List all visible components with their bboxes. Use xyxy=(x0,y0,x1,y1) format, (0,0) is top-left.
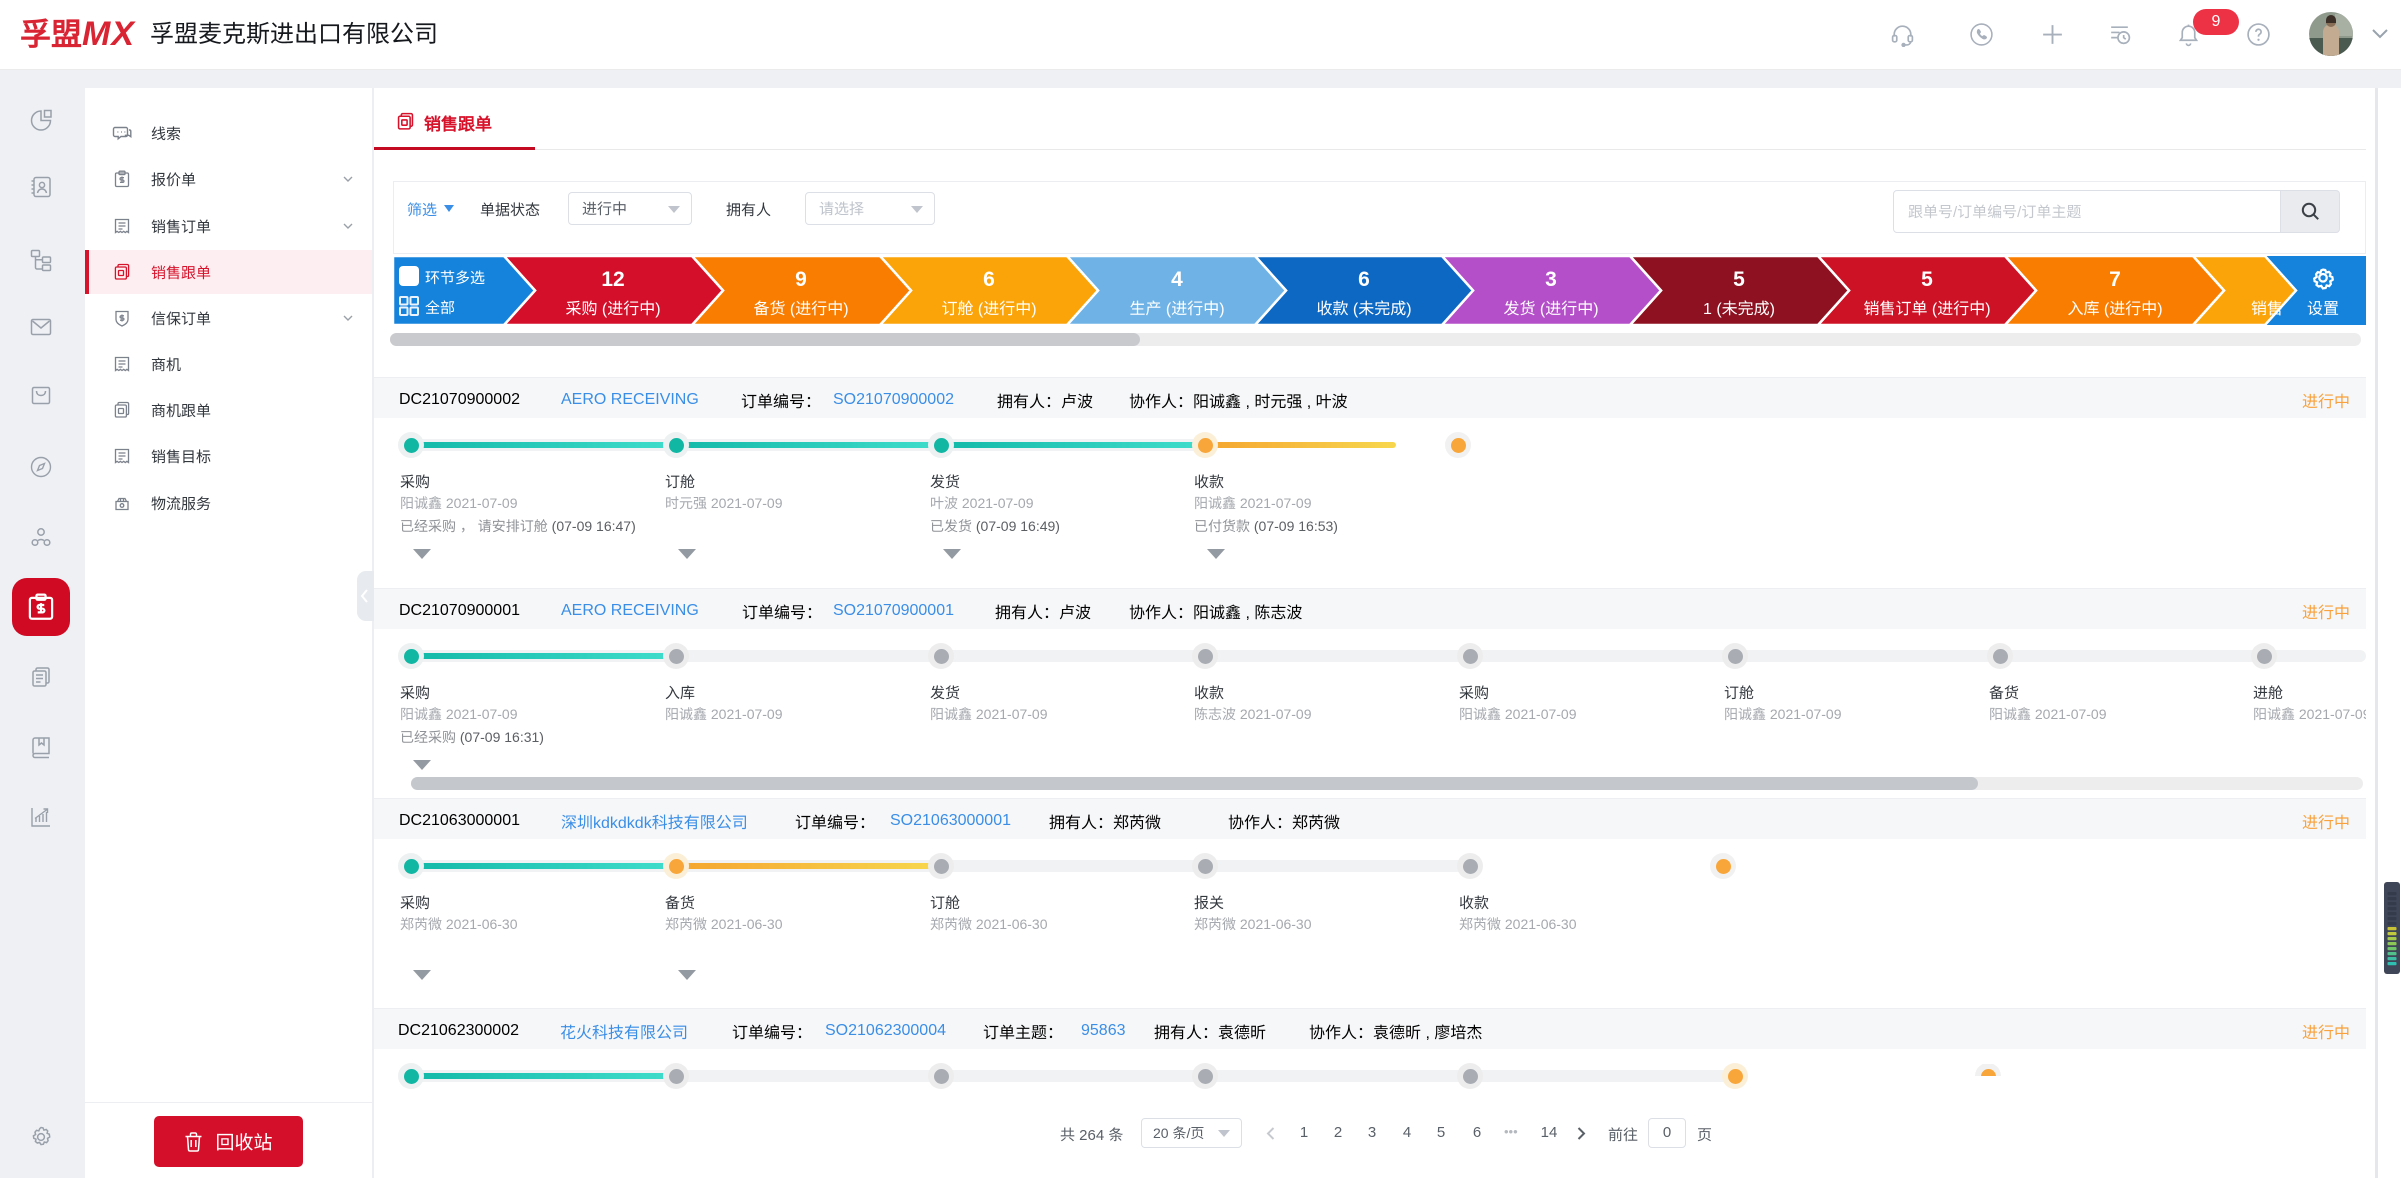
svg-text:全部: 全部 xyxy=(425,300,455,317)
svg-text:生产 (进行中): 生产 (进行中) xyxy=(1129,300,1224,318)
svg-text:9: 9 xyxy=(795,268,807,291)
svg-text:3: 3 xyxy=(1545,268,1557,291)
svg-text:备货 (进行中): 备货 (进行中) xyxy=(753,300,848,318)
svg-text:5: 5 xyxy=(1733,268,1745,291)
svg-text:采购 (进行中): 采购 (进行中) xyxy=(565,300,660,318)
svg-text:6: 6 xyxy=(983,268,995,291)
svg-text:销售订单 (进行中): 销售订单 (进行中) xyxy=(1863,300,1990,318)
svg-text:7: 7 xyxy=(2109,268,2121,291)
svg-text:设置: 设置 xyxy=(2307,300,2339,318)
svg-text:收款 (未完成): 收款 (未完成) xyxy=(1316,300,1411,318)
svg-text:环节多选: 环节多选 xyxy=(425,270,485,287)
svg-text:6: 6 xyxy=(1358,268,1370,291)
svg-text:发货 (进行中): 发货 (进行中) xyxy=(1503,300,1598,318)
svg-text:4: 4 xyxy=(1171,268,1183,291)
svg-text:入库 (进行中): 入库 (进行中) xyxy=(2067,300,2162,318)
svg-text:销售: 销售 xyxy=(2251,300,2283,318)
svg-text:12: 12 xyxy=(601,268,624,291)
svg-text:1 (未完成): 1 (未完成) xyxy=(1703,300,1775,318)
svg-text:5: 5 xyxy=(1921,268,1933,291)
svg-text:订舱 (进行中): 订舱 (进行中) xyxy=(941,300,1036,318)
